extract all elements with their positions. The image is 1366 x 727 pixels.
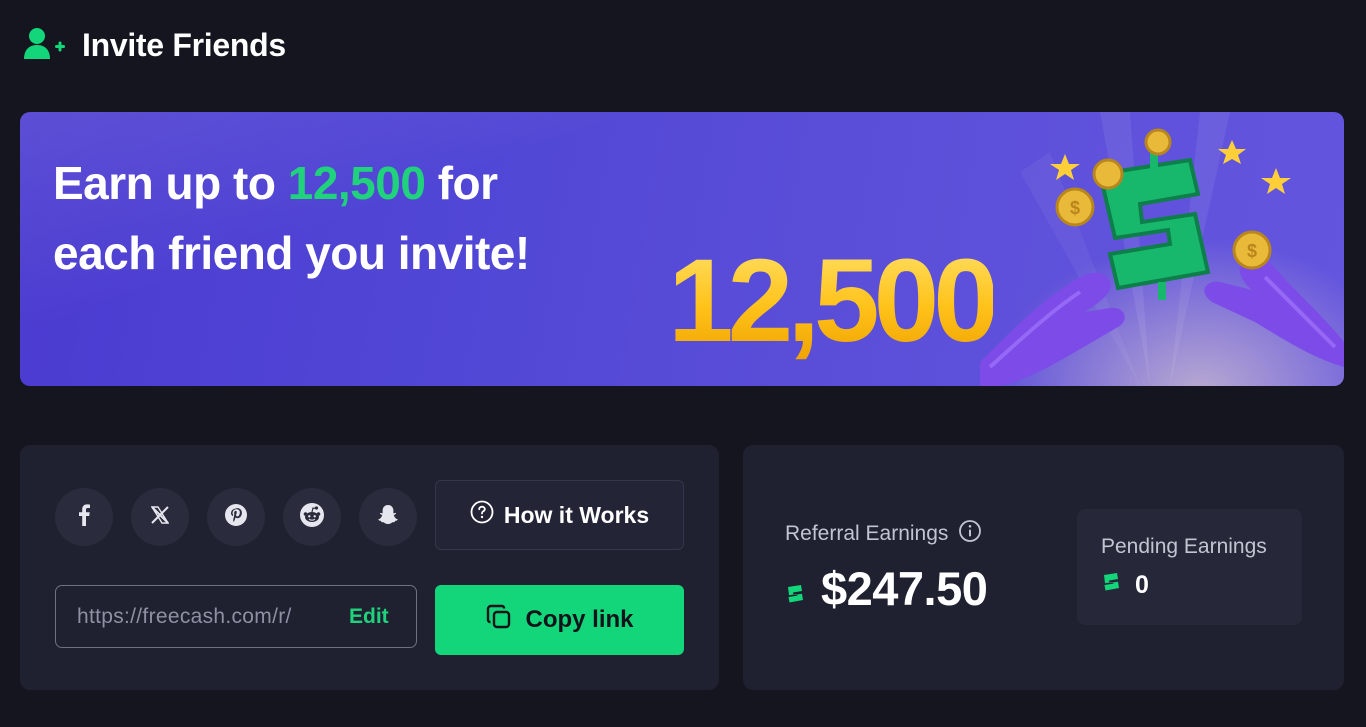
share-card: How it Works https://freecash.com/r/ Edi… (20, 445, 719, 690)
page-header: Invite Friends (22, 24, 286, 66)
svg-text:$: $ (1070, 198, 1080, 218)
pending-earnings-panel: Pending Earnings 0 (1077, 509, 1302, 625)
share-reddit-button[interactable] (283, 488, 341, 546)
freecash-coin-icon (1101, 571, 1121, 600)
banner-big-number: 12,500 (668, 235, 999, 367)
share-x-button[interactable] (131, 488, 189, 546)
earnings-card: Referral Earnings $247.50 Pending Earnin… (743, 445, 1344, 690)
reddit-icon (299, 502, 325, 533)
page-title: Invite Friends (82, 26, 286, 63)
banner-illustration: $ $ (980, 112, 1344, 386)
copy-link-button[interactable]: Copy link (435, 585, 684, 655)
pending-earnings-label: Pending Earnings (1101, 535, 1267, 558)
pending-earnings-value: 0 (1135, 571, 1149, 599)
copy-link-label: Copy link (525, 606, 634, 633)
copy-icon (485, 603, 513, 638)
referral-earnings-value: $247.50 (821, 562, 988, 615)
info-icon[interactable] (958, 519, 982, 549)
how-it-works-button[interactable]: How it Works (435, 480, 684, 550)
referral-earnings-label: Referral Earnings (785, 522, 949, 545)
how-it-works-label: How it Works (503, 501, 650, 528)
help-icon (470, 500, 494, 530)
edit-link-button[interactable]: Edit (349, 605, 389, 629)
snapchat-icon (376, 503, 400, 532)
banner-headline: Earn up to 12,500 for each friend you in… (53, 148, 573, 288)
x-icon (150, 505, 170, 530)
pinterest-icon (224, 503, 248, 532)
referral-earnings: Referral Earnings $247.50 (785, 519, 988, 616)
referral-link-value[interactable]: https://freecash.com/r/ (77, 605, 339, 629)
share-facebook-button[interactable] (55, 488, 113, 546)
share-pinterest-button[interactable] (207, 488, 265, 546)
freecash-coin-icon (785, 561, 805, 616)
referral-link-field[interactable]: https://freecash.com/r/ Edit (55, 585, 417, 648)
promo-banner: Earn up to 12,500 for each friend you in… (20, 112, 1344, 386)
share-snapchat-button[interactable] (359, 488, 417, 546)
banner-headline-prefix: Earn up to (53, 157, 276, 209)
banner-headline-amount: 12,500 (287, 157, 426, 209)
svg-text:$: $ (1247, 241, 1257, 261)
facebook-icon (77, 503, 91, 531)
add-user-icon (22, 26, 68, 65)
